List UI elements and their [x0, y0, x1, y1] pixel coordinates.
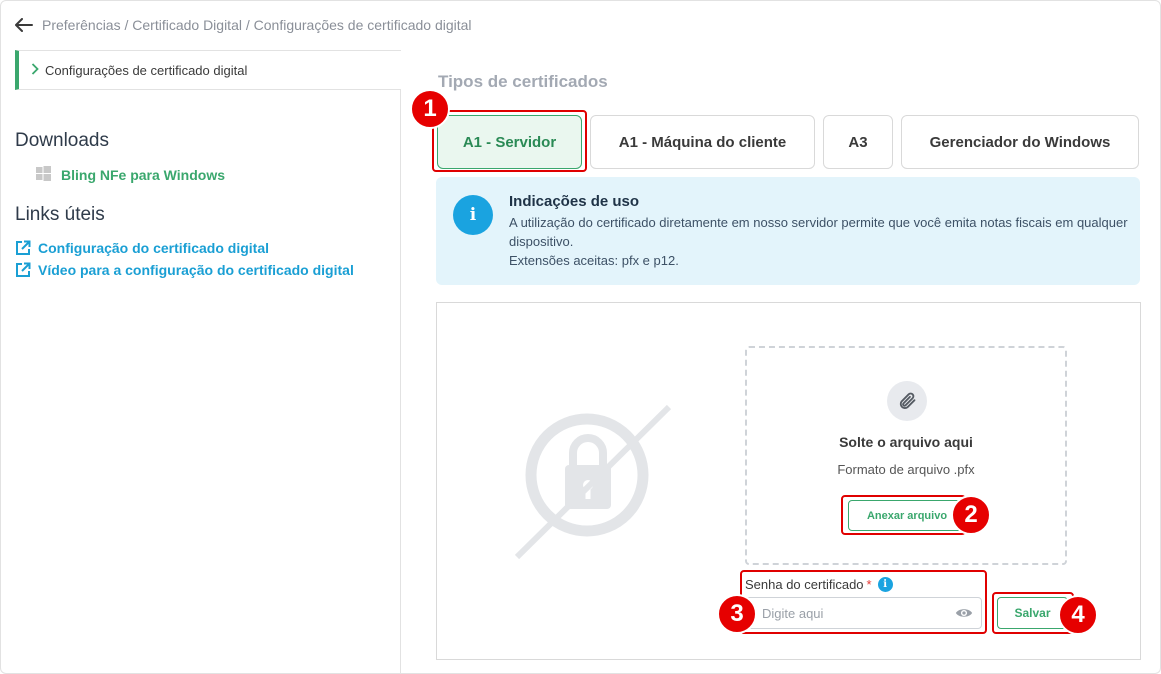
- sidebar-item-label: Configurações de certificado digital: [45, 62, 248, 78]
- annotation-marker-1: 1: [410, 89, 450, 129]
- password-label: Senha do certificado * i: [745, 577, 893, 592]
- tab-a1-servidor[interactable]: A1 - Servidor: [437, 115, 582, 169]
- dropzone-format: Formato de arquivo .pfx: [837, 462, 975, 477]
- annotation-marker-4: 4: [1058, 595, 1098, 635]
- sidebar-item-current[interactable]: Configurações de certificado digital: [15, 50, 401, 90]
- info-icon: i: [453, 195, 493, 235]
- password-field[interactable]: [745, 597, 982, 629]
- section-title: Tipos de certificados: [438, 72, 608, 91]
- link-label: Vídeo para a configuração do certificado…: [38, 262, 354, 278]
- required-mark: *: [866, 577, 872, 592]
- password-input[interactable]: [746, 598, 946, 628]
- downloads-heading: Downloads: [15, 130, 109, 151]
- tab-a3[interactable]: A3: [823, 115, 893, 169]
- file-dropzone[interactable]: Solte o arquivo aqui Formato de arquivo …: [745, 346, 1067, 565]
- usage-info-box: i Indicações de uso A utilização do cert…: [436, 177, 1140, 285]
- windows-icon: [36, 166, 51, 184]
- download-link-label: Bling NFe para Windows: [61, 167, 225, 183]
- attach-file-button[interactable]: Anexar arquivo: [848, 500, 966, 531]
- link-certificate-config[interactable]: Configuração do certificado digital: [15, 240, 269, 256]
- info-icon[interactable]: i: [877, 577, 893, 592]
- links-heading: Links úteis: [15, 204, 105, 225]
- link-label: Configuração do certificado digital: [38, 240, 270, 256]
- info-text-line: A utilização do certificado diretamente …: [509, 215, 1128, 249]
- annotation-marker-3: 3: [717, 594, 757, 634]
- breadcrumb: Preferências / Certificado Digital / Con…: [42, 17, 472, 33]
- external-link-icon: [16, 240, 31, 255]
- link-certificate-video[interactable]: Vídeo para a configuração do certificado…: [15, 262, 354, 278]
- download-bling-nfe-link[interactable]: Bling NFe para Windows: [36, 166, 225, 184]
- info-title: Indicações de uso: [509, 193, 640, 210]
- dropzone-title: Solte o arquivo aqui: [839, 434, 973, 450]
- external-link-icon: [16, 262, 31, 277]
- eye-icon[interactable]: [955, 605, 973, 626]
- tab-gerenciador-windows[interactable]: Gerenciador do Windows: [901, 115, 1139, 169]
- chevron-right-icon: [31, 62, 39, 78]
- password-label-text: Senha do certificado: [745, 577, 864, 592]
- sidebar: Configurações de certificado digital Dow…: [0, 50, 401, 674]
- back-arrow-icon[interactable]: [14, 15, 34, 35]
- top-bar: Preferências / Certificado Digital / Con…: [14, 14, 472, 36]
- annotation-marker-2: 2: [951, 495, 991, 535]
- info-text-line: Extensões aceitas: pfx e p12.: [509, 253, 679, 268]
- no-certificate-lock-icon: [514, 403, 675, 568]
- tab-a1-maquina-cliente[interactable]: A1 - Máquina do cliente: [590, 115, 815, 169]
- paperclip-icon: [887, 381, 927, 421]
- info-text: A utilização do certificado diretamente …: [509, 213, 1129, 270]
